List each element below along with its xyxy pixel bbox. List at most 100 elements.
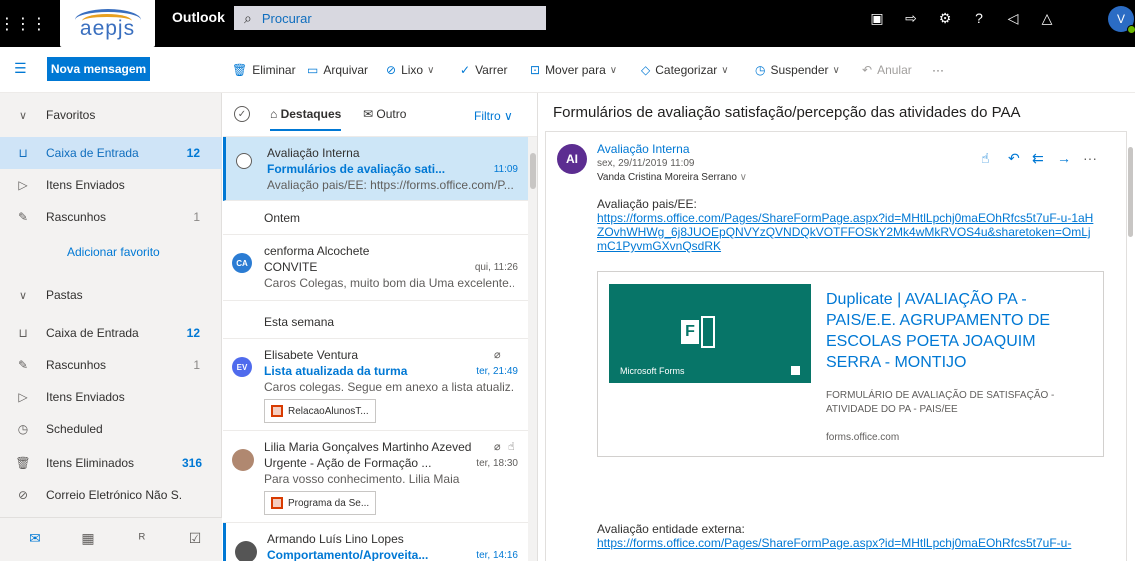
- tab-focused-label: Destaques: [280, 107, 342, 121]
- meet-now-icon[interactable]: ▣: [862, 0, 892, 36]
- message-row[interactable]: Avaliação Interna Formulários de avaliaç…: [223, 137, 528, 201]
- favorite-drafts[interactable]: ✎ Rascunhos 1: [0, 201, 222, 233]
- forms-brand-label: Microsoft Forms: [620, 366, 685, 376]
- form-link-parents[interactable]: https://forms.office.com/Pages/ShareForm…: [597, 211, 1097, 253]
- add-favorite-link[interactable]: Adicionar favorito: [67, 245, 160, 259]
- app-title[interactable]: Outlook: [172, 0, 225, 47]
- sender-avatar[interactable]: AI: [557, 144, 587, 174]
- reading-pane: Formulários de avaliação satisfação/perc…: [539, 93, 1135, 561]
- message-sender: cenforma Alcochete: [264, 244, 370, 258]
- unread-count: 12: [186, 146, 200, 160]
- folder-sent[interactable]: ▷ Itens Enviados: [0, 381, 222, 413]
- clock-icon: ◷: [17, 422, 29, 436]
- email-card: AI Avaliação Interna sex, 29/11/2019 11:…: [545, 131, 1127, 561]
- forward-icon[interactable]: →: [1057, 150, 1071, 166]
- settings-icon[interactable]: ⚙: [930, 0, 960, 36]
- tasks-icon[interactable]: ☑: [180, 530, 210, 547]
- attachment-chip[interactable]: Programa da Se...: [264, 491, 377, 515]
- reply-all-icon[interactable]: ⇇: [1032, 150, 1044, 167]
- sweep-icon: ✓: [460, 63, 471, 77]
- message-sender: Elisabete Ventura: [264, 348, 359, 362]
- message-subject: Formulários de avaliação sati...: [267, 162, 446, 176]
- folder-drafts[interactable]: ✎ Rascunhos 1: [0, 349, 222, 381]
- inbox-icon: ⊔: [18, 326, 28, 340]
- preview-title[interactable]: Duplicate | AVALIAÇÃO PA - PAIS/E.E. AGR…: [826, 289, 1086, 373]
- folders-header[interactable]: ∨ Pastas: [0, 278, 222, 312]
- account-avatar[interactable]: V: [1108, 6, 1135, 34]
- tab-underline: [270, 129, 342, 131]
- new-message-button[interactable]: Nova mensagem: [47, 57, 150, 81]
- notifications-icon[interactable]: △: [1032, 0, 1062, 36]
- inbox-icon: ⌂: [270, 107, 281, 121]
- pdf-file-icon: [271, 497, 283, 509]
- command-bar: ☰ Nova mensagem 🗑 Eliminar ▭ Arquivar ⊘ Lix…: [0, 47, 1135, 93]
- message-subject: Lista atualizada da turma: [264, 364, 408, 378]
- tab-other-label: Outro: [376, 107, 407, 121]
- move-to-label: Mover para: [545, 63, 606, 77]
- scrollbar-thumb[interactable]: [530, 153, 536, 189]
- reply-icon[interactable]: ↶: [1008, 150, 1020, 167]
- undo-button[interactable]: ↶ Anular: [862, 61, 912, 79]
- tab-focused[interactable]: ⌂ Destaques: [270, 107, 342, 131]
- junk-button[interactable]: ⊘ Lixo ∨: [386, 61, 434, 79]
- sweep-button[interactable]: ✓ Varrer: [460, 61, 508, 79]
- search-box[interactable]: ⌕ Procurar: [234, 6, 546, 30]
- group-header-yesterday: Ontem: [223, 201, 528, 235]
- message-subject: CONVITE: [264, 260, 318, 274]
- attachment-chip[interactable]: RelacaoAlunosT...: [264, 399, 376, 423]
- select-all-checkbox[interactable]: ✓: [234, 106, 250, 122]
- delete-button[interactable]: 🗑 Eliminar: [232, 61, 296, 79]
- more-actions-icon[interactable]: ···: [1083, 150, 1097, 166]
- message-time: ter, 18:30: [476, 458, 518, 469]
- folder-label: Rascunhos: [46, 358, 107, 372]
- message-preview: Para vosso conhecimento. Lilia Maia: [264, 472, 460, 486]
- feedback-icon[interactable]: ◁: [998, 0, 1028, 36]
- app-launcher-icon[interactable]: ⋮⋮⋮: [0, 0, 47, 47]
- link-preview-card[interactable]: F Microsoft Forms Duplicate | AVALIAÇÃO …: [597, 271, 1104, 457]
- folder-scheduled[interactable]: ◷ Scheduled: [0, 413, 222, 445]
- preview-description: FORMULÁRIO DE AVALIAÇÃO DE SATISFAÇÃO - …: [826, 390, 1055, 415]
- mail-icon[interactable]: ✉: [20, 530, 50, 547]
- folder-label: Rascunhos: [46, 210, 107, 224]
- snooze-button[interactable]: ◷ Suspender ∨: [755, 61, 840, 79]
- folder-label: Itens Enviados: [46, 178, 125, 192]
- filter-button[interactable]: Filtro ∨: [474, 109, 513, 123]
- like-icon[interactable]: ☝: [981, 150, 990, 167]
- message-row[interactable]: EV Elisabete Ventura ⌀ Lista atualizada …: [223, 339, 528, 431]
- calendar-icon[interactable]: ▦: [73, 530, 103, 547]
- favorites-header[interactable]: ∨ Favoritos: [0, 98, 222, 132]
- attachment-name: RelacaoAlunosT...: [288, 405, 369, 417]
- folder-deleted[interactable]: 🗑 Itens Eliminados 316: [0, 447, 222, 479]
- organization-logo[interactable]: aepjs: [60, 0, 155, 47]
- more-button[interactable]: ···: [932, 61, 944, 79]
- move-to-button[interactable]: ⊡ Mover para ∨: [530, 61, 617, 79]
- message-row[interactable]: Lilia Maria Gonçalves Martinho Azeved ⌀ …: [223, 431, 528, 523]
- folder-inbox[interactable]: ⊔ Caixa de Entrada 12: [0, 317, 222, 349]
- teams-icon[interactable]: ⇨: [896, 0, 926, 36]
- select-radio[interactable]: [236, 153, 252, 169]
- message-list-scrollbar[interactable]: [528, 137, 537, 561]
- message-row[interactable]: CA cenforma Alcochete CONVITE qui, 11:26…: [223, 235, 528, 301]
- favorites-label: Favoritos: [46, 108, 96, 122]
- reading-pane-scrollbar[interactable]: [1127, 131, 1135, 561]
- favorite-inbox[interactable]: ⊔ Caixa de Entrada 12: [0, 137, 222, 169]
- sender-name[interactable]: Avaliação Interna: [597, 142, 690, 156]
- message-row[interactable]: Armando Luís Lino Lopes Comportamento/Ap…: [223, 523, 528, 561]
- unread-count: 316: [182, 456, 203, 470]
- folder-junk[interactable]: ⊘ Correio Eletrónico Não S...: [0, 479, 222, 511]
- categorize-button[interactable]: ◇ Categorizar ∨: [641, 61, 729, 79]
- hamburger-icon[interactable]: ☰: [14, 60, 27, 77]
- message-time: ter, 21:49: [476, 366, 518, 377]
- people-icon[interactable]: ᴿ: [127, 530, 157, 546]
- draft-count: 1: [193, 358, 200, 372]
- form-link-external[interactable]: https://forms.office.com/Pages/ShareForm…: [597, 536, 1097, 550]
- folder-move-icon: ⊡: [530, 63, 541, 77]
- tab-other[interactable]: ✉ Outro: [363, 107, 406, 121]
- archive-button[interactable]: ▭ Arquivar: [307, 61, 368, 79]
- favorite-sent[interactable]: ▷ Itens Enviados: [0, 169, 222, 201]
- scrollbar-thumb[interactable]: [1128, 147, 1133, 237]
- recipient[interactable]: Vanda Cristina Moreira Serrano ∨: [597, 172, 747, 183]
- module-switcher: ✉ ▦ ᴿ ☑: [0, 517, 222, 561]
- help-icon[interactable]: ?: [964, 0, 994, 36]
- email-body: Avaliação pais/EE: https://forms.office.…: [597, 197, 1097, 253]
